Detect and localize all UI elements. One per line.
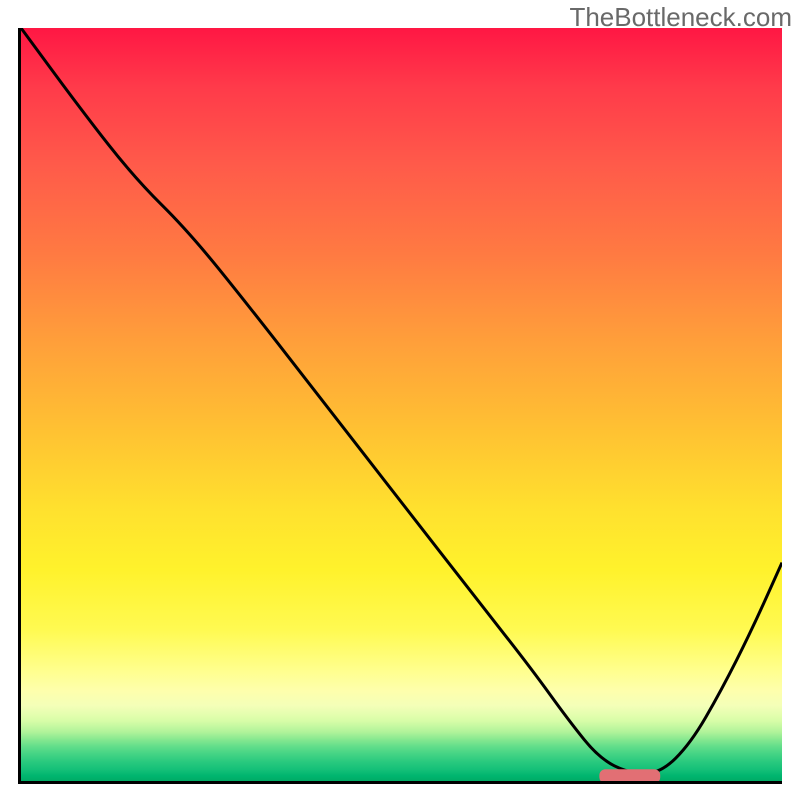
optimal-range-marker [599,769,660,781]
watermark-text: TheBottleneck.com [569,2,792,33]
plot-svg [21,28,782,781]
plot-area [18,28,782,784]
bottleneck-curve [21,28,782,773]
chart-container: TheBottleneck.com [0,0,800,800]
